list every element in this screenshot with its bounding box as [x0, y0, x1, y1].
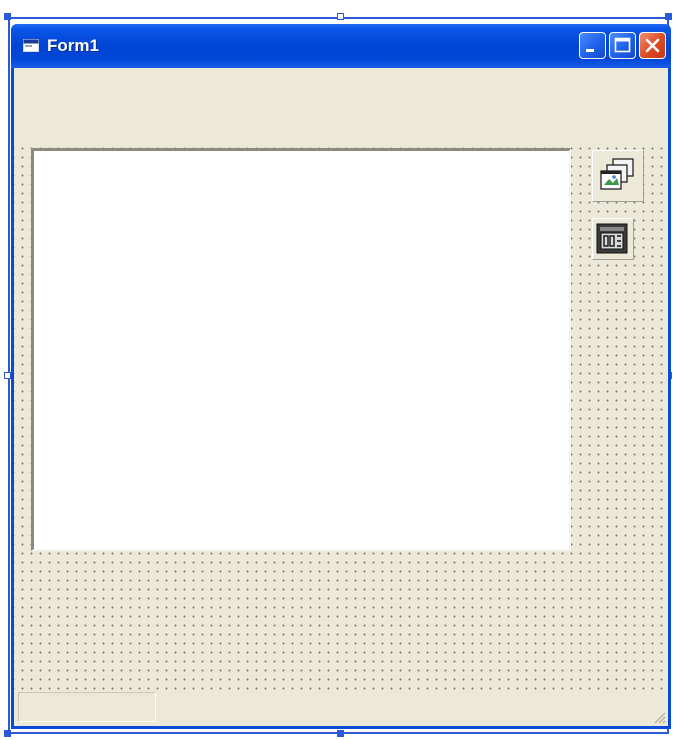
- resize-handle-left[interactable]: [4, 372, 11, 379]
- maximize-button[interactable]: [609, 32, 636, 59]
- form-app-icon: [23, 39, 39, 52]
- maximize-icon: [614, 37, 631, 53]
- window-title: Form1: [47, 36, 99, 55]
- list-box-control[interactable]: [31, 148, 571, 551]
- image-list-control[interactable]: [592, 150, 644, 202]
- timer-control[interactable]: [592, 218, 634, 260]
- resize-handle-bottom-left[interactable]: [4, 730, 11, 737]
- minimize-icon: [586, 49, 594, 52]
- resize-grip-icon[interactable]: [652, 710, 666, 724]
- close-button[interactable]: [639, 32, 666, 59]
- form-client-area[interactable]: [14, 68, 668, 726]
- resize-handle-top[interactable]: [337, 13, 344, 20]
- form-window[interactable]: Form1: [11, 24, 671, 729]
- resize-handle-top-right[interactable]: [665, 13, 672, 20]
- image-list-icon: [600, 158, 634, 190]
- title-bar[interactable]: Form1: [11, 24, 671, 68]
- minimize-button[interactable]: [579, 32, 606, 59]
- timer-control-icon: [596, 223, 628, 254]
- status-bar-panel: [18, 692, 156, 722]
- resize-handle-bottom[interactable]: [337, 730, 344, 737]
- resize-handle-top-left[interactable]: [4, 13, 11, 20]
- close-icon: [645, 38, 660, 53]
